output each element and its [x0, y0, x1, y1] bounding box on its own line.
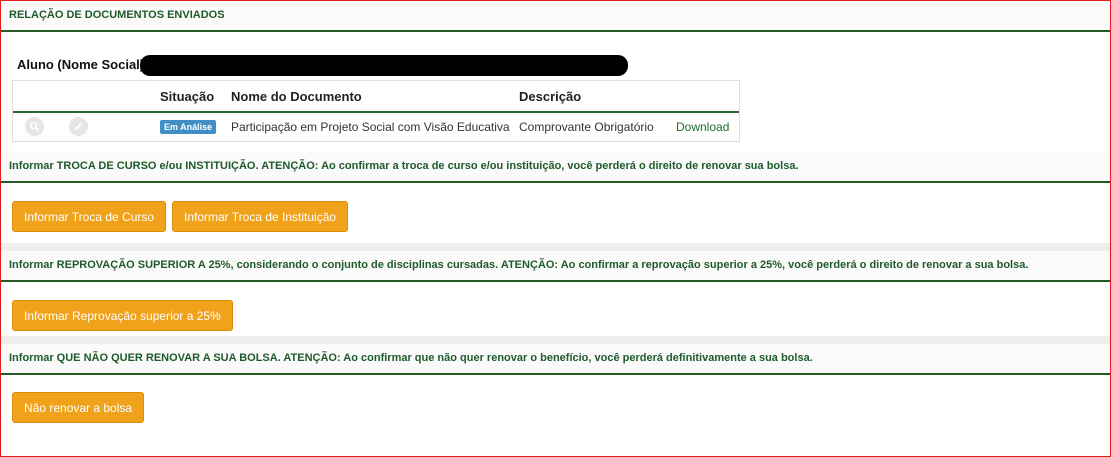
student-label: Aluno (Nome Social): [17, 57, 145, 72]
reprovacao-notice: Informar REPROVAÇÃO SUPERIOR A 25%, cons…: [1, 251, 1110, 280]
document-description: Comprovante Obrigatório: [519, 120, 654, 134]
table-row: Em Análise Participação em Projeto Socia…: [13, 113, 739, 141]
column-header-descricao: Descrição: [519, 89, 582, 104]
edit-icon[interactable]: [69, 117, 88, 136]
nao-renovar-notice: Informar QUE NÃO QUER RENOVAR A SUA BOLS…: [1, 344, 1110, 373]
documents-table: Situação Nome do Documento Descrição Em …: [12, 80, 740, 142]
troca-actions: Informar Troca de Curso Informar Troca d…: [1, 183, 1110, 243]
nao-renovar-actions: Não renovar a bolsa: [1, 375, 1110, 425]
panel-title: RELAÇÃO DE DOCUMENTOS ENVIADOS: [1, 1, 1110, 30]
informar-reprovacao-button[interactable]: Informar Reprovação superior a 25%: [12, 300, 233, 331]
reprovacao-actions: Informar Reprovação superior a 25%: [1, 282, 1110, 336]
documents-panel: RELAÇÃO DE DOCUMENTOS ENVIADOS Aluno (No…: [0, 0, 1111, 457]
download-link[interactable]: Download: [676, 120, 729, 134]
nao-renovar-button[interactable]: Não renovar a bolsa: [12, 392, 145, 423]
section-gap: [1, 336, 1110, 344]
redacted-student-name: [140, 55, 628, 76]
column-header-situacao: Situação: [160, 89, 215, 104]
status-badge: Em Análise: [160, 120, 217, 134]
document-name: Participação em Projeto Social com Visão…: [231, 120, 510, 134]
column-header-nome: Nome do Documento: [231, 89, 362, 104]
student-section: Aluno (Nome Social) Situação Nome do Doc…: [1, 32, 1110, 152]
informar-troca-curso-button[interactable]: Informar Troca de Curso: [12, 201, 167, 232]
search-icon[interactable]: [25, 117, 44, 136]
section-gap: [1, 243, 1110, 251]
informar-troca-instituicao-button[interactable]: Informar Troca de Instituição: [172, 201, 349, 232]
troca-notice: Informar TROCA DE CURSO e/ou INSTITUIÇÃO…: [1, 152, 1110, 181]
table-header: Situação Nome do Documento Descrição: [13, 81, 739, 113]
